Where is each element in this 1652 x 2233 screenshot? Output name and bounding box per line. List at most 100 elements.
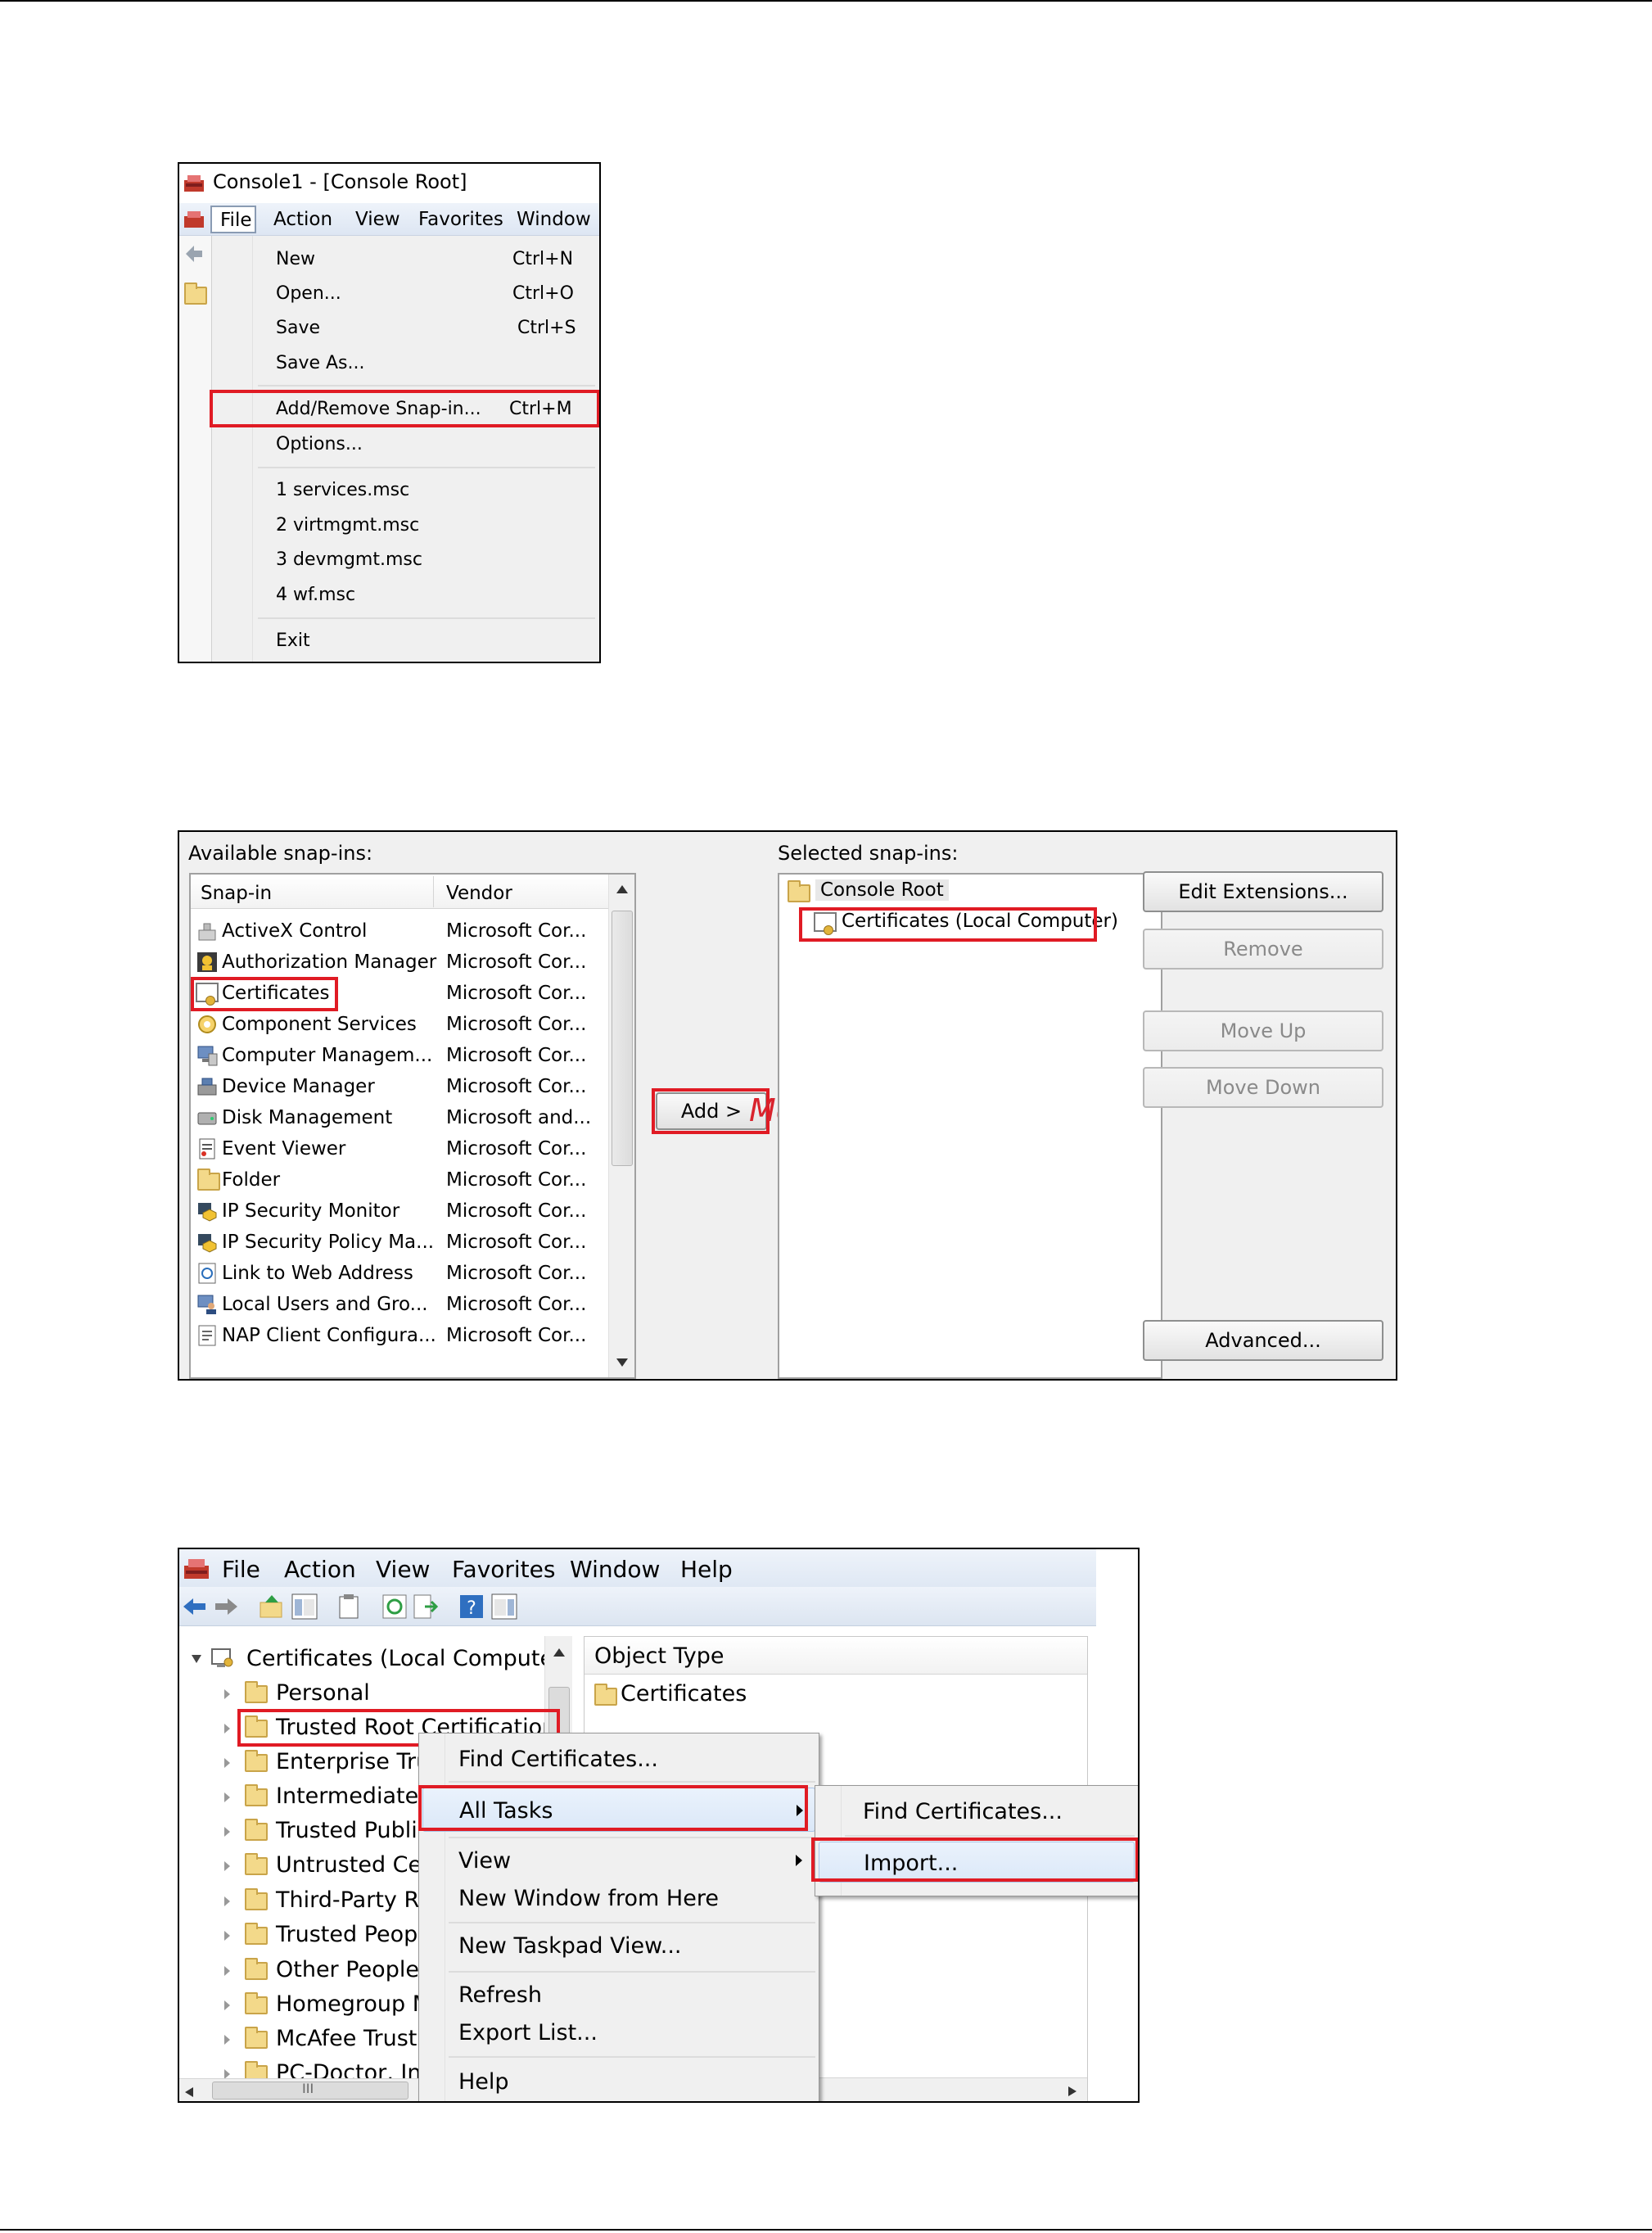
- snapin-name: Component Services: [222, 1014, 417, 1035]
- refresh-icon[interactable]: [381, 1593, 408, 1621]
- column-header-snapin[interactable]: Snap-in: [201, 883, 272, 904]
- export-list-icon[interactable]: [412, 1593, 440, 1621]
- menu-item-help[interactable]: Help: [419, 2063, 819, 2099]
- forward-arrow-icon[interactable]: [212, 1593, 240, 1621]
- list-item[interactable]: Folder Microsoft Cor...: [191, 1164, 607, 1196]
- submenu-item-import[interactable]: Import...: [819, 1842, 1135, 1883]
- clipboard-icon[interactable]: [335, 1593, 363, 1621]
- scroll-right-arrow-icon[interactable]: [1067, 2086, 1077, 2097]
- menu-window[interactable]: Window: [517, 209, 591, 230]
- menu-favorites[interactable]: Favorites: [418, 209, 503, 230]
- disk-management-icon: [197, 1112, 217, 1125]
- tree-expanded-arrow-icon[interactable]: [191, 1654, 202, 1664]
- scrollbar-thumb[interactable]: [612, 911, 633, 1166]
- back-arrow-icon[interactable]: [183, 242, 205, 265]
- tree-collapsed-arrow-icon[interactable]: [224, 1896, 230, 1906]
- tree-collapsed-arrow-icon[interactable]: [224, 1724, 230, 1734]
- list-item[interactable]: Component Services Microsoft Cor...: [191, 1009, 607, 1040]
- list-item[interactable]: ActiveX Control Microsoft Cor...: [191, 915, 607, 947]
- selected-root-label[interactable]: Console Root: [815, 879, 949, 901]
- menu-item-new[interactable]: New Ctrl+N: [212, 242, 599, 275]
- shortcut-open: Ctrl+O: [512, 283, 574, 304]
- menu-item-new-window[interactable]: New Window from Here: [419, 1881, 819, 1917]
- tree-collapsed-arrow-icon[interactable]: [224, 1966, 230, 1976]
- list-item[interactable]: Event Viewer Microsoft Cor...: [191, 1133, 607, 1164]
- edit-extensions-button[interactable]: Edit Extensions...: [1143, 871, 1383, 912]
- column-header-vendor[interactable]: Vendor: [446, 883, 512, 904]
- snapin-vendor: Microsoft Cor...: [446, 983, 587, 1004]
- tree-collapsed-arrow-icon[interactable]: [224, 1758, 230, 1768]
- tree-root-label[interactable]: Certificates (Local Computer: [246, 1646, 562, 1671]
- scroll-up-arrow-icon[interactable]: [553, 1648, 566, 1657]
- list-item[interactable]: Device Manager Microsoft Cor...: [191, 1071, 607, 1102]
- menu-item-save[interactable]: Save Ctrl+S: [212, 311, 599, 344]
- remove-button[interactable]: Remove: [1143, 929, 1383, 970]
- list-item[interactable]: NAP Client Configura... Microsoft Cor...: [191, 1320, 607, 1351]
- list-item[interactable]: Local Users and Gro... Microsoft Cor...: [191, 1289, 607, 1320]
- tree-collapsed-arrow-icon[interactable]: [224, 1861, 230, 1871]
- menu-window[interactable]: Window: [570, 1556, 660, 1583]
- tree-collapsed-arrow-icon[interactable]: [224, 1689, 230, 1699]
- menu-item-open[interactable]: Open... Ctrl+O: [212, 277, 599, 310]
- snapin-name: Authorization Manager: [222, 952, 437, 973]
- show-action-pane-icon[interactable]: [490, 1593, 518, 1621]
- menu-item-recent-4[interactable]: 4 wf.msc: [212, 578, 599, 611]
- scroll-up-arrow-icon[interactable]: [616, 884, 629, 894]
- object-item-certificates[interactable]: Certificates: [621, 1681, 747, 1706]
- list-item[interactable]: Computer Managem... Microsoft Cor...: [191, 1040, 607, 1071]
- up-folder-icon[interactable]: [258, 1593, 286, 1621]
- submenu-item-find-certificates[interactable]: Find Certificates...: [815, 1791, 1138, 1832]
- move-down-button[interactable]: Move Down: [1143, 1067, 1383, 1108]
- menu-item-recent-1[interactable]: 1 services.msc: [212, 473, 599, 506]
- list-item-certificates[interactable]: Certificates Microsoft Cor...: [191, 978, 607, 1009]
- list-item[interactable]: Authorization Manager Microsoft Cor...: [191, 947, 607, 978]
- tree-collapsed-arrow-icon[interactable]: [224, 2000, 230, 2010]
- move-up-button[interactable]: Move Up: [1143, 1010, 1383, 1051]
- menu-file[interactable]: File: [222, 1556, 260, 1583]
- menu-item-export-list[interactable]: Export List...: [419, 2015, 819, 2051]
- tree-collapsed-arrow-icon[interactable]: [224, 2035, 230, 2045]
- advanced-button[interactable]: Advanced...: [1143, 1320, 1383, 1361]
- tree-collapsed-arrow-icon[interactable]: [224, 1827, 230, 1837]
- ip-security-monitor-icon: [198, 1203, 217, 1222]
- window-title: Console1 - [Console Root]: [213, 170, 467, 193]
- list-item[interactable]: Disk Management Microsoft and...: [191, 1102, 607, 1133]
- scroll-left-arrow-icon[interactable]: [184, 2086, 194, 2098]
- tree-item[interactable]: Personal: [179, 1677, 564, 1711]
- list-item[interactable]: IP Security Policy Ma... Microsoft Cor..…: [191, 1227, 607, 1258]
- menu-view[interactable]: View: [355, 209, 400, 230]
- list-item[interactable]: Link to Web Address Microsoft Cor...: [191, 1258, 607, 1289]
- menu-item-options[interactable]: Options...: [212, 427, 599, 460]
- menu-item-add-remove-snapin[interactable]: Add/Remove Snap-in... Ctrl+M: [212, 391, 599, 426]
- menu-item-refresh[interactable]: Refresh: [419, 1978, 819, 2014]
- scroll-down-arrow-icon[interactable]: [616, 1358, 629, 1367]
- tree-collapsed-arrow-icon[interactable]: [224, 1792, 230, 1802]
- menu-item-find-certificates[interactable]: Find Certificates...: [419, 1740, 819, 1778]
- menu-item-all-tasks[interactable]: All Tasks: [422, 1788, 815, 1832]
- menu-item-recent-2[interactable]: 2 virtmgmt.msc: [212, 509, 599, 541]
- list-item[interactable]: IP Security Monitor Microsoft Cor...: [191, 1196, 607, 1227]
- menu-action[interactable]: Action: [284, 1556, 356, 1583]
- edit-extensions-label: Edit Extensions...: [1178, 880, 1348, 903]
- menu-item-label: Export List...: [458, 2020, 598, 2045]
- menu-favorites[interactable]: Favorites: [452, 1556, 555, 1583]
- menu-action[interactable]: Action: [273, 209, 332, 230]
- selected-certificates-item[interactable]: Certificates (Local Computer): [842, 911, 1118, 932]
- menu-item-exit[interactable]: Exit: [212, 624, 599, 657]
- back-arrow-icon[interactable]: [181, 1593, 209, 1621]
- snapin-vendor: Microsoft Cor...: [446, 1076, 587, 1097]
- menu-item-new-taskpad-view[interactable]: New Taskpad View...: [419, 1928, 819, 1964]
- menu-item-save-as[interactable]: Save As...: [212, 346, 599, 379]
- menu-help[interactable]: Help: [680, 1556, 733, 1583]
- help-icon[interactable]: ?: [458, 1593, 485, 1621]
- menu-item-view[interactable]: View: [419, 1843, 819, 1879]
- file-menu-screenshot: Console1 - [Console Root] File Action Vi…: [178, 162, 601, 663]
- tree-collapsed-arrow-icon[interactable]: [224, 1931, 230, 1941]
- submenu-item-label: Import...: [864, 1851, 959, 1876]
- vertical-scrollbar[interactable]: [608, 875, 634, 1377]
- column-header-object-type[interactable]: Object Type: [594, 1643, 724, 1669]
- svg-text:?: ?: [467, 1598, 476, 1619]
- menu-view[interactable]: View: [376, 1556, 430, 1583]
- show-hide-tree-icon[interactable]: [291, 1593, 318, 1621]
- menu-item-recent-3[interactable]: 3 devmgmt.msc: [212, 543, 599, 576]
